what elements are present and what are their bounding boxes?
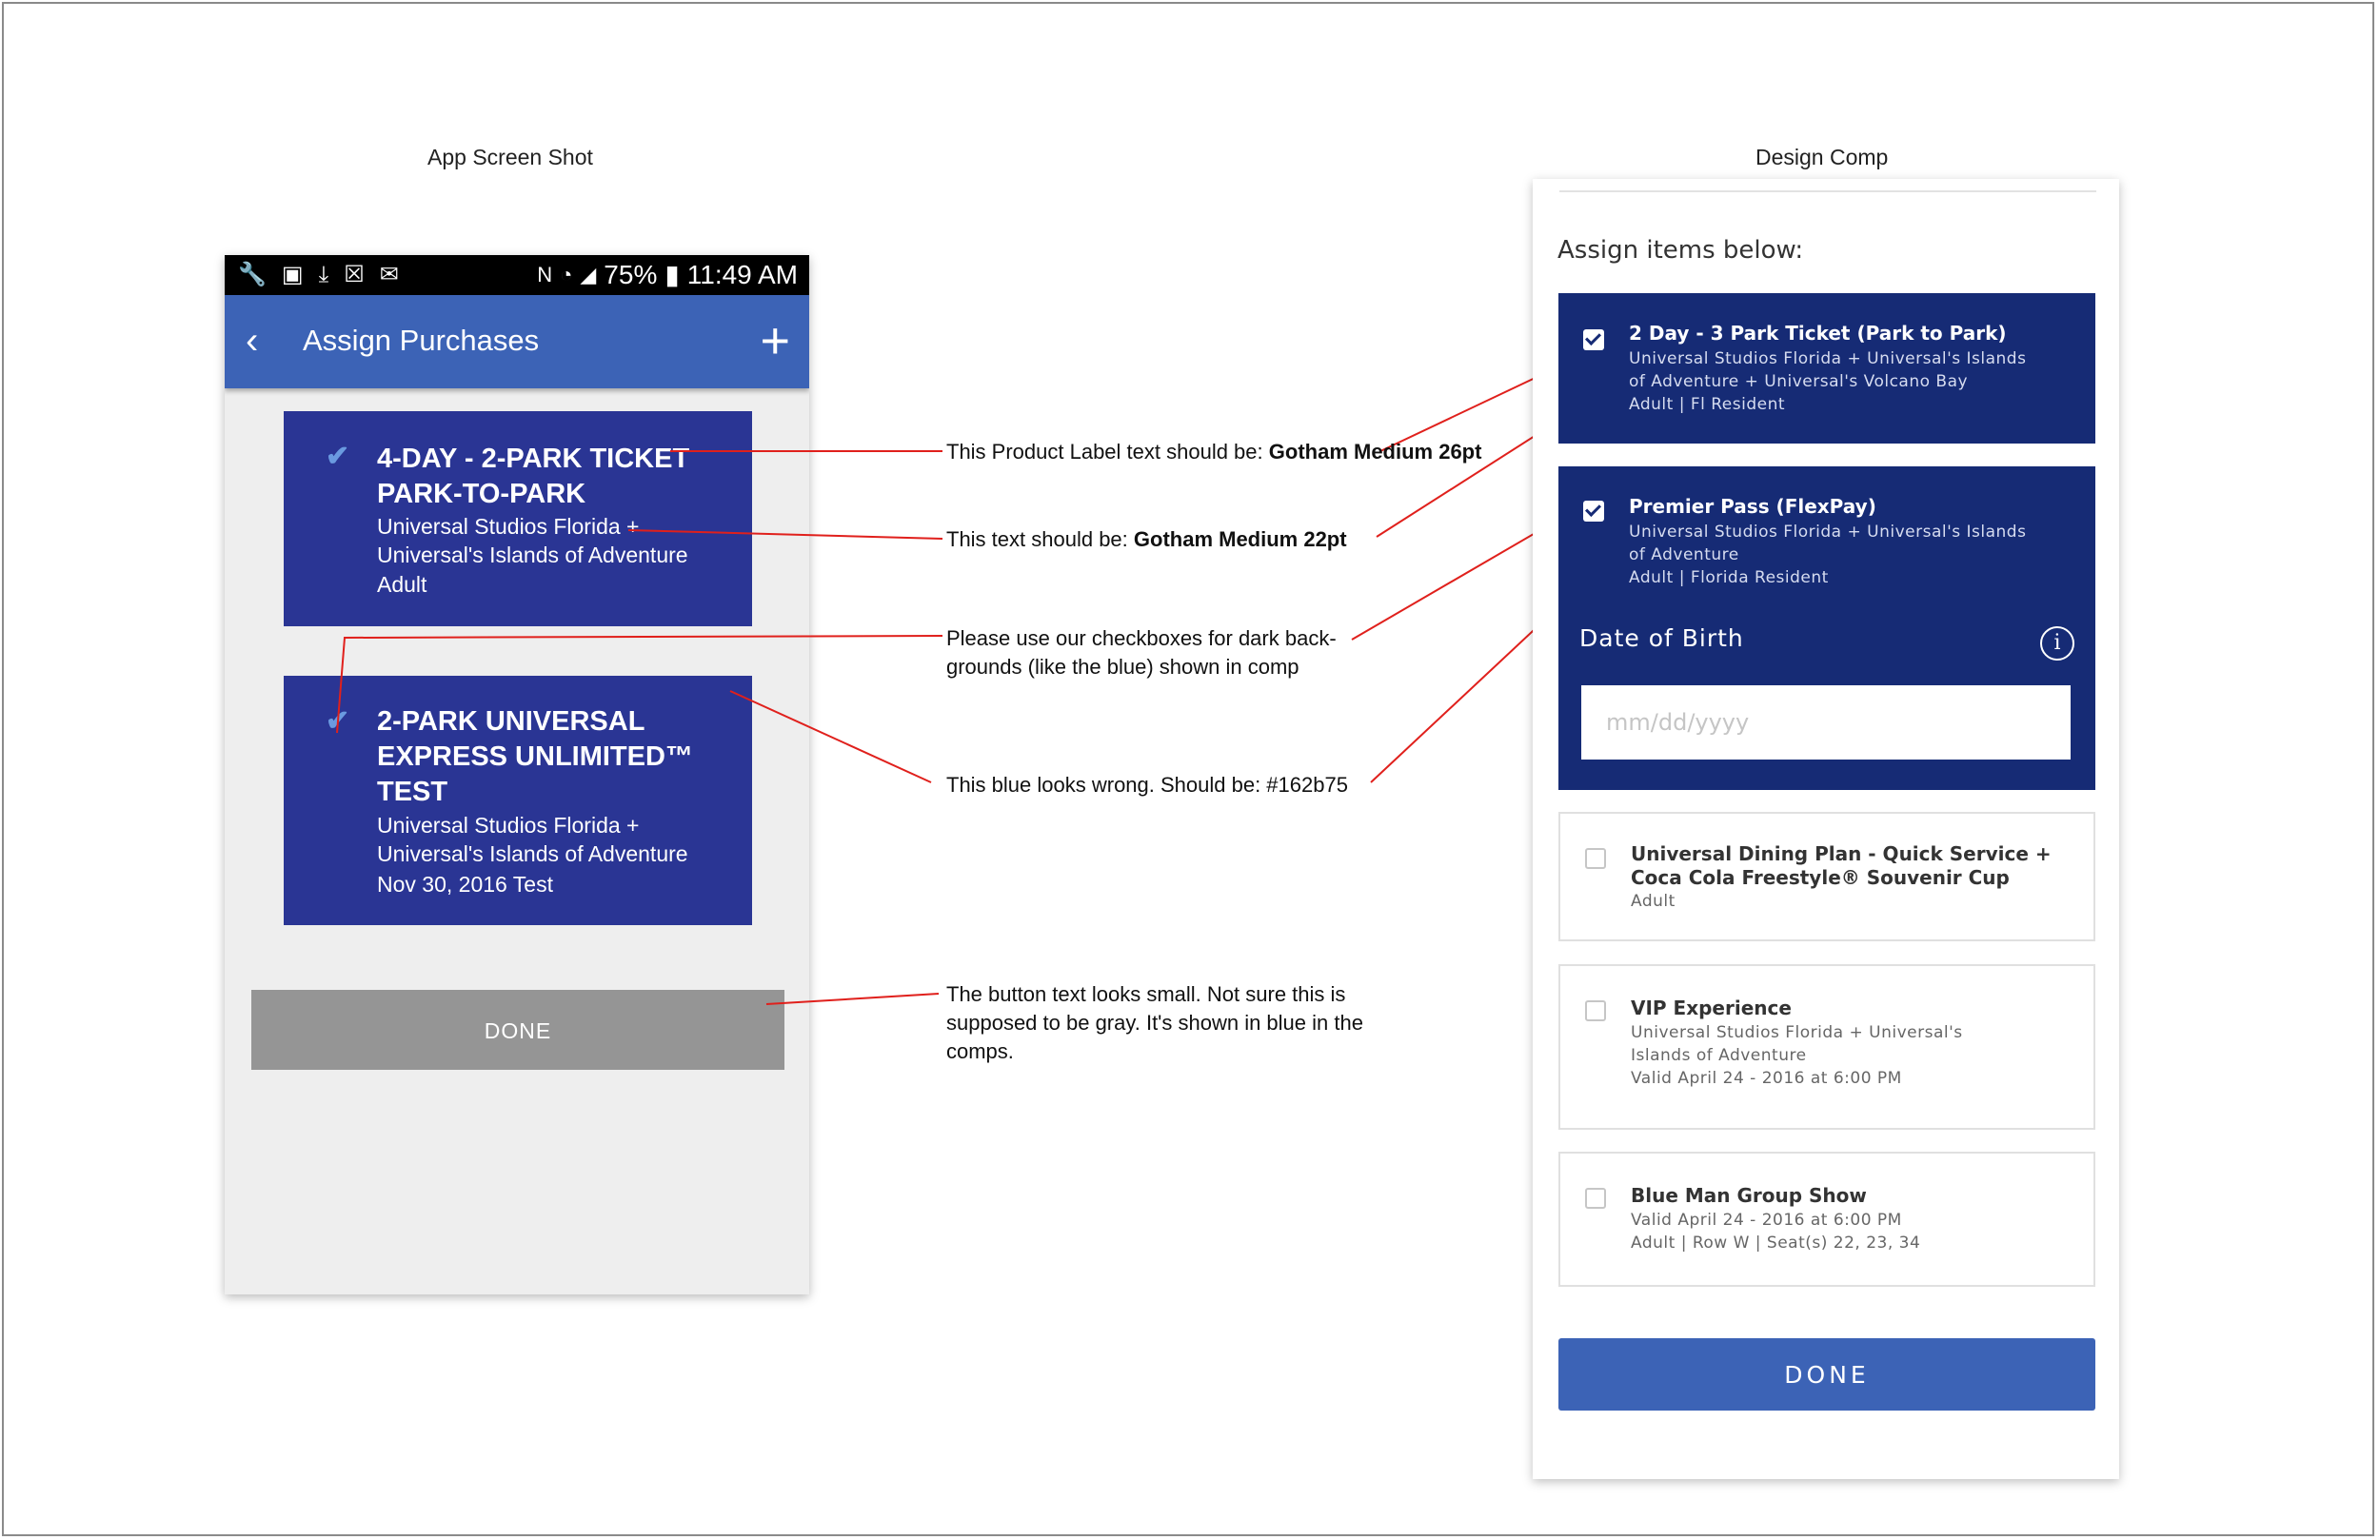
item-description: Islands of Adventure [1631,1046,1807,1065]
item-description: Adult | Row W | Seat(s) 22, 23, 34 [1631,1234,1921,1253]
note-bold: Gotham Medium 22pt [1133,527,1347,551]
date-of-birth-input[interactable] [1581,685,2071,760]
note-text: Please use our checkboxes for dark back- [946,626,1337,650]
note-text: The button text looks small. Not sure th… [946,982,1346,1006]
wifi-icon: ◔ [560,263,573,286]
item-description: Universal Studios Florida + Universal's … [1629,349,2027,368]
item-description: Universal Studios Florida + Universal's … [1629,523,2027,542]
divider [1559,190,2096,192]
image-icon: ▣ [281,262,304,287]
note-text: comps. [946,1039,1014,1063]
card-line: Universal's Islands of Adventure [377,841,688,866]
note-blue-color: This blue looks wrong. Should be: #162b7… [946,773,1348,797]
blocked-file-icon: ☒ [344,262,365,287]
assign-items-heading: Assign items below: [1557,236,1804,265]
note-subtext-font: This text should be: Gotham Medium 22pt [946,525,1384,554]
nfc-icon: N [537,263,553,286]
checkbox-checked[interactable] [1583,329,1604,350]
done-button-comp[interactable]: DONE [1558,1338,2095,1411]
add-icon[interactable]: + [760,312,790,369]
note-text: grounds (like the blue) shown in comp [946,655,1299,679]
checkmark-icon[interactable]: ✔ [326,440,349,473]
assign-item-dining-plan[interactable]: Universal Dining Plan - Quick Service + … [1558,812,2095,941]
checkbox-unchecked[interactable] [1585,848,1606,869]
note-product-label-font: This Product Label text should be: Gotha… [946,438,1481,466]
item-description: Adult | Florida Resident [1629,568,1829,587]
design-comp-heading: Design Comp [1755,145,1889,169]
checkmark-icon[interactable]: ✔ [326,704,349,738]
item-title: 2 Day - 3 Park Ticket (Park to Park) [1629,322,2007,345]
purchase-card-1[interactable]: ✔ 4-DAY - 2-PARK TICKET PARK-TO-PARK Uni… [284,411,752,626]
done-button[interactable]: DONE [251,990,784,1070]
signal-icon: ◢ [580,263,597,286]
item-title: Premier Pass (FlexPay) [1629,495,1876,518]
assign-item-vip-experience[interactable]: VIP Experience Universal Studios Florida… [1558,964,2095,1130]
app-screenshot-heading: App Screen Shot [427,145,593,169]
note-text: supposed to be gray. It's shown in blue … [946,1011,1363,1035]
note-text: This Product Label text should be: [946,440,1269,464]
note-button-text: The button text looks small. Not sure th… [946,980,1363,1066]
item-description: of Adventure [1629,545,1739,564]
note-checkboxes: Please use our checkboxes for dark back-… [946,624,1337,681]
status-bar: 🔧 ▣ ⤓ ☒ ✉ N ◔ ◢ 75% ▮ 11:49 AM [225,255,809,295]
checkbox-checked[interactable] [1583,501,1604,522]
item-description: of Adventure + Universal's Volcano Bay [1629,372,1969,391]
mail-icon: ✉ [379,262,399,287]
assign-item-blue-man-group[interactable]: Blue Man Group Show Valid April 24 - 201… [1558,1152,2095,1287]
item-title: Blue Man Group Show [1631,1184,1867,1207]
item-description: Adult | Fl Resident [1629,395,1786,414]
item-title: Coca Cola Freestyle® Souvenir Cup [1631,866,2010,889]
wrench-icon: 🔧 [238,262,267,287]
item-description: Valid April 24 - 2016 at 6:00 PM [1631,1069,1902,1088]
item-description: Adult [1631,892,1676,911]
card-line: Universal Studios Florida + [377,514,640,539]
item-title: Universal Dining Plan - Quick Service + [1631,842,2052,865]
back-arrow-icon[interactable]: ‹ [246,318,258,364]
date-of-birth-label: Date of Birth [1579,624,1744,652]
item-title: VIP Experience [1631,997,1792,1019]
note-bold: Gotham Medium 26pt [1268,440,1482,464]
page-title: Assign Purchases [303,324,540,357]
item-description: Universal Studios Florida + Universal's [1631,1023,1963,1042]
assign-item-premier-pass[interactable]: Premier Pass (FlexPay) Universal Studios… [1558,466,2095,790]
battery-percent: 75% [604,260,658,289]
checkbox-unchecked[interactable] [1585,1188,1606,1209]
card-line: Adult [377,572,427,597]
card-line: Nov 30, 2016 Test [377,872,553,897]
info-icon[interactable]: i [2040,626,2074,661]
download-icon: ⤓ [318,262,329,287]
app-bar: ‹ Assign Purchases + [225,295,809,388]
card-line: Universal's Islands of Adventure [377,543,688,567]
note-text: This text should be: [946,527,1134,551]
checkbox-unchecked[interactable] [1585,1000,1606,1021]
card-title: 4-DAY - 2-PARK TICKET PARK-TO-PARK [377,444,690,509]
assign-item-2-day-ticket[interactable]: 2 Day - 3 Park Ticket (Park to Park) Uni… [1558,293,2095,444]
purchase-card-2[interactable]: ✔ 2-PARK UNIVERSAL EXPRESS UNLIMITED™ TE… [284,676,752,925]
item-description: Valid April 24 - 2016 at 6:00 PM [1631,1211,1902,1230]
clock: 11:49 AM [686,260,798,289]
card-title: 2-PARK UNIVERSAL EXPRESS UNLIMITED™ TEST [377,706,693,807]
app-screenshot: 🔧 ▣ ⤓ ☒ ✉ N ◔ ◢ 75% ▮ 11:49 AM ‹ Assign … [225,255,809,1294]
card-line: Universal Studios Florida + [377,813,640,838]
design-comp: Assign items below: 2 Day - 3 Park Ticke… [1533,179,2119,1479]
battery-icon: ▮ [664,260,680,289]
